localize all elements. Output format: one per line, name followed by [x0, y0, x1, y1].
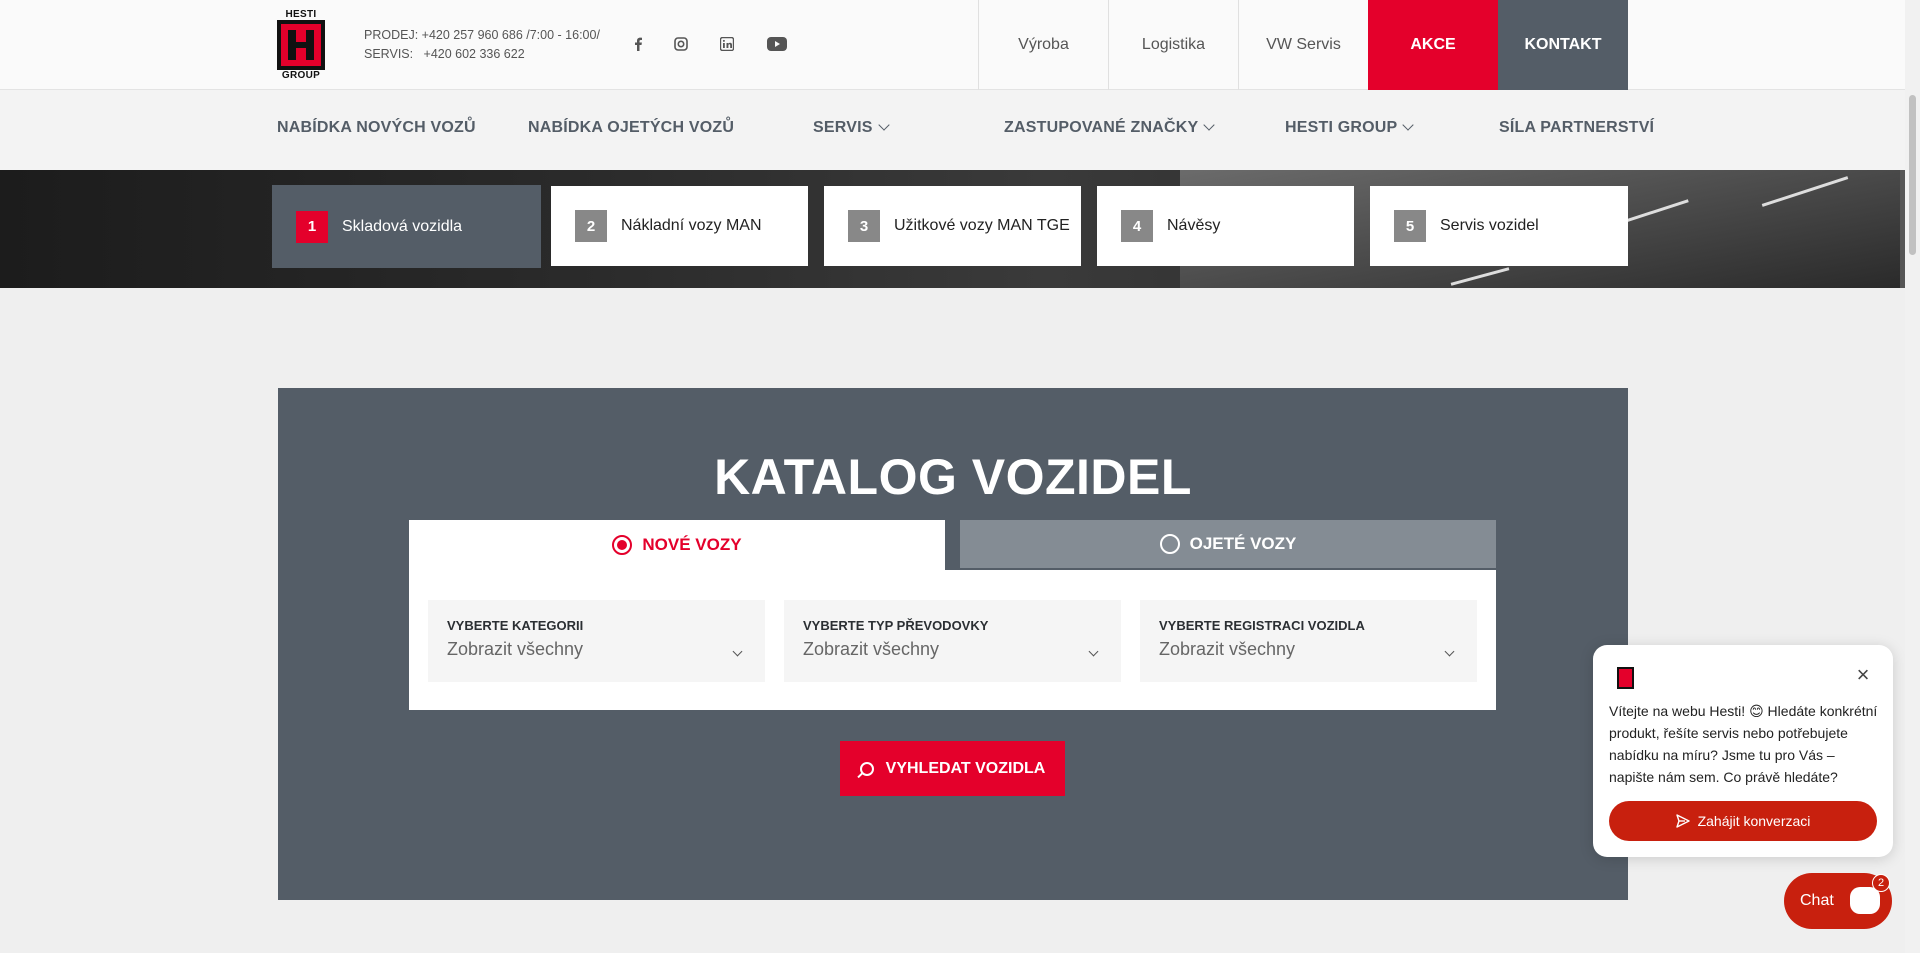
registration-select-value: Zobrazit všechny: [1159, 639, 1296, 659]
tab-used-cars[interactable]: OJETÉ VOZY: [960, 520, 1496, 568]
step-label: Užitkové vozy MAN TGE: [894, 217, 1070, 234]
transmission-select[interactable]: VYBERTE TYP PŘEVODOVKY Zobrazit všechny: [784, 600, 1121, 682]
transmission-select-value: Zobrazit všechny: [803, 639, 940, 659]
nav-used-cars-label: NABÍDKA OJETÝCH VOZŮ: [528, 119, 735, 136]
category-select[interactable]: VYBERTE KATEGORII Zobrazit všechny: [428, 600, 765, 682]
chevron-down-icon: [1203, 119, 1216, 131]
chevron-down-icon: [1402, 119, 1415, 131]
step-nakladni-vozy-man[interactable]: 2 Nákladní vozy MAN: [551, 186, 808, 266]
step-label: Návěsy: [1167, 217, 1221, 234]
category-select-value: Zobrazit všechny: [447, 639, 584, 659]
hesti-group-logo[interactable]: HESTI GROUP: [277, 9, 325, 81]
search-icon: [859, 761, 874, 776]
sales-phone[interactable]: PRODEJ: +420 257 960 686 /7:00 - 16:00/: [364, 26, 600, 45]
step-number: 4: [1121, 210, 1153, 242]
step-number: 3: [848, 210, 880, 242]
close-icon[interactable]: ×: [1853, 664, 1873, 686]
topnav-vyroba[interactable]: Výroba: [978, 0, 1108, 90]
nav-new-cars-label: NABÍDKA NOVÝCH VOZŮ: [277, 119, 476, 136]
nav-partnership-label: SÍLA PARTNERSTVÍ: [1499, 119, 1655, 136]
nav-used-cars[interactable]: NABÍDKA OJETÝCH VOZŮ: [528, 119, 734, 137]
step-number: 1: [296, 210, 328, 243]
nav-hesti-group-label: HESTI GROUP: [1285, 119, 1398, 136]
topnav-akce[interactable]: AKCE: [1368, 0, 1498, 90]
radio-selected-icon: [612, 535, 633, 555]
step-skladova-vozidla[interactable]: 1 Skladová vozidla: [272, 185, 541, 268]
catalog-filters: VYBERTE KATEGORII Zobrazit všechny VYBER…: [409, 570, 1496, 710]
start-conversation-label: Zahájit konverzaci: [1697, 813, 1811, 829]
logo-text-bottom: GROUP: [281, 70, 321, 81]
chevron-down-icon: [877, 119, 890, 131]
nav-partnership[interactable]: SÍLA PARTNERSTVÍ: [1499, 119, 1654, 137]
tab-new-cars-label: NOVÉ VOZY: [642, 535, 742, 554]
logo-text-top: HESTI: [285, 9, 317, 20]
search-vehicles-label: VYHLEDAT VOZIDLA: [885, 759, 1046, 777]
tab-used-cars-label: OJETÉ VOZY: [1189, 534, 1297, 553]
chat-launcher-label: Chat: [1800, 892, 1834, 909]
step-navesy[interactable]: 4 Návěsy: [1097, 186, 1354, 266]
start-conversation-button[interactable]: Zahájit konverzaci: [1609, 801, 1877, 841]
step-servis-vozidel[interactable]: 5 Servis vozidel: [1370, 186, 1628, 266]
linkedin-icon[interactable]: [720, 34, 734, 54]
topnav-kontakt[interactable]: KONTAKT: [1498, 0, 1628, 90]
send-icon: [1675, 814, 1690, 828]
catalog-title: KATALOG VOZIDEL: [714, 449, 1192, 505]
top-nav: Výroba Logistika VW Servis AKCE KONTAKT: [978, 0, 1628, 90]
nav-new-cars[interactable]: NABÍDKA NOVÝCH VOZŮ: [277, 119, 476, 137]
main-nav: NABÍDKA NOVÝCH VOZŮ NABÍDKA OJETÝCH VOZŮ…: [0, 90, 1920, 170]
nav-servis[interactable]: SERVIS: [813, 119, 890, 137]
search-vehicles-button[interactable]: VYHLEDAT VOZIDLA: [840, 741, 1065, 796]
nav-servis-label: SERVIS: [813, 119, 873, 136]
registration-select[interactable]: VYBERTE REGISTRACI VOZIDLA Zobrazit všec…: [1140, 600, 1477, 682]
chat-launcher-button[interactable]: Chat 2: [1784, 873, 1892, 929]
topnav-logistika[interactable]: Logistika: [1108, 0, 1238, 90]
step-uzitkove-vozy-man-tge[interactable]: 3 Užitkové vozy MAN TGE: [824, 186, 1081, 266]
transmission-select-label: VYBERTE TYP PŘEVODOVKY: [803, 618, 989, 633]
chat-popup: × Vítejte na webu Hesti! 😊 Hledáte konkr…: [1593, 645, 1893, 857]
facebook-icon[interactable]: [633, 34, 643, 54]
step-label: Servis vozidel: [1440, 217, 1539, 234]
step-number: 5: [1394, 210, 1426, 242]
step-label: Skladová vozidla: [342, 217, 463, 235]
chat-bubble-icon: [1850, 887, 1880, 914]
chat-welcome-message: Vítejte na webu Hesti! 😊 Hledáte konkrét…: [1609, 703, 1878, 785]
tab-new-cars[interactable]: NOVÉ VOZY: [409, 520, 945, 570]
topnav-vw-servis[interactable]: VW Servis: [1238, 0, 1368, 90]
nav-brands[interactable]: ZASTUPOVANÉ ZNAČKY: [1004, 119, 1216, 137]
registration-select-label: VYBERTE REGISTRACI VOZIDLA: [1159, 618, 1365, 633]
category-select-label: VYBERTE KATEGORII: [447, 618, 584, 633]
step-label: Nákladní vozy MAN: [621, 217, 762, 234]
catalog-tabs: NOVÉ VOZY OJETÉ VOZY: [409, 520, 1496, 570]
instagram-icon[interactable]: [674, 34, 688, 54]
youtube-icon[interactable]: [767, 34, 787, 54]
hesti-mini-logo: [1617, 667, 1634, 689]
unread-badge: 2: [1872, 874, 1890, 892]
service-phone[interactable]: SERVIS: +420 602 336 622: [364, 45, 600, 64]
nav-hesti-group[interactable]: HESTI GROUP: [1285, 119, 1415, 137]
page-scrollbar[interactable]: [1905, 0, 1920, 953]
nav-brands-label: ZASTUPOVANÉ ZNAČKY: [1004, 119, 1199, 136]
contact-info: PRODEJ: +420 257 960 686 /7:00 - 16:00/ …: [364, 26, 600, 64]
scrollbar-thumb[interactable]: [1909, 95, 1916, 255]
vehicle-catalog: KATALOG VOZIDEL NOVÉ VOZY OJETÉ VOZY VYB…: [278, 388, 1628, 900]
top-header: HESTI GROUP PRODEJ: +420 257 960 686 /7:…: [0, 0, 1920, 90]
step-number: 2: [575, 210, 607, 242]
radio-unselected-icon: [1159, 534, 1180, 554]
